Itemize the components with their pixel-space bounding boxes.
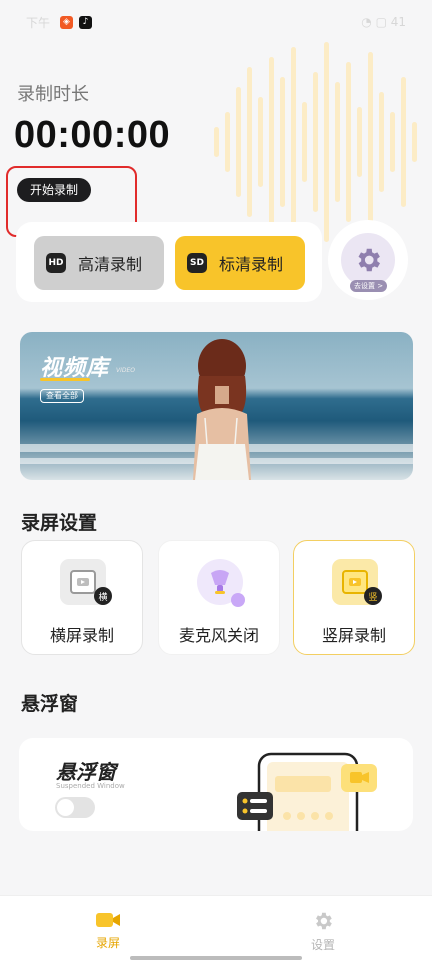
sd-icon: SD	[187, 253, 207, 273]
waveform-bar	[313, 72, 318, 212]
floating-window-toggle[interactable]	[55, 797, 95, 818]
settings-gear-icon	[316, 912, 332, 930]
title-underline	[40, 378, 90, 381]
waveform-bar	[368, 52, 373, 232]
gear-icon	[341, 233, 395, 287]
waveform-decoration	[206, 12, 432, 242]
microphone-tile[interactable]: 麦克风关闭	[158, 540, 280, 655]
waveform-bar	[247, 67, 252, 217]
waveform-bar	[324, 42, 329, 242]
microphone-label: 麦克风关闭	[178, 626, 259, 645]
waveform-bar	[379, 92, 384, 192]
sd-recording-button[interactable]: SD 标清录制	[175, 236, 305, 290]
hd-recording-button[interactable]: HD 高清录制	[34, 236, 164, 290]
waveform-bar	[302, 102, 307, 182]
waveform-bar	[269, 57, 274, 227]
go-settings-badge: 去设置 >	[350, 280, 388, 292]
waveform-bar	[401, 77, 406, 207]
video-camera-icon	[96, 913, 120, 927]
waveform-bar	[390, 112, 395, 172]
nav-settings-tab[interactable]: 设置	[293, 910, 353, 953]
hd-icon: HD	[46, 253, 66, 273]
home-indicator	[130, 956, 302, 960]
waveform-bar	[214, 127, 219, 157]
waveform-bar	[291, 47, 296, 237]
floating-window-card-title: 悬浮窗	[56, 760, 116, 784]
waveform-bar	[346, 62, 351, 222]
view-all-button[interactable]: 查看全部	[40, 389, 84, 403]
recording-duration-label: 录制时长	[17, 84, 89, 105]
waveform-bar	[258, 97, 263, 187]
landscape-badge: 横	[94, 587, 112, 605]
portrait-recording-label: 竖屏录制	[321, 626, 386, 645]
quality-selector-card: HD 高清录制 SD 标清录制	[16, 222, 322, 302]
video-library-banner[interactable]: 视频库 VIDEO 查看全部	[20, 332, 413, 480]
microphone-off-indicator	[231, 593, 245, 607]
app-notification-icon: ◈	[60, 15, 74, 29]
nav-record-label: 录屏	[95, 936, 120, 950]
toggle-knob	[57, 799, 74, 816]
quality-settings-button[interactable]: 去设置 >	[328, 220, 408, 300]
floating-window-card-subtitle: Suspended Window	[56, 782, 125, 790]
waveform-bar	[357, 107, 362, 177]
banner-photo-figure	[193, 339, 251, 480]
status-time: 下午	[26, 15, 51, 30]
waveform-bar	[225, 112, 230, 172]
bottom-navigation: 录屏 设置	[0, 895, 432, 964]
waveform-bar	[335, 82, 340, 202]
sd-recording-label: 标清录制	[219, 255, 284, 274]
waveform-bar	[412, 122, 417, 162]
recording-timer: 00:00:00	[14, 114, 171, 156]
landscape-recording-label: 横屏录制	[49, 626, 114, 645]
video-library-subtitle: VIDEO	[116, 367, 136, 374]
portrait-badge: 竖	[364, 587, 382, 605]
tiktok-notification-icon: ♪	[79, 15, 93, 29]
record-settings-title: 录屏设置	[21, 512, 98, 534]
nav-record-tab[interactable]: 录屏	[78, 910, 138, 951]
waveform-bar	[280, 77, 285, 207]
floating-window-card: 悬浮窗 Suspended Window	[19, 738, 413, 831]
portrait-recording-tile[interactable]: 竖 竖屏录制	[293, 540, 415, 655]
nav-settings-label: 设置	[310, 938, 335, 952]
floating-window-section-title: 悬浮窗	[21, 693, 79, 715]
landscape-recording-tile[interactable]: 横 横屏录制	[21, 540, 143, 655]
waveform-bar	[236, 87, 241, 197]
hd-recording-label: 高清录制	[78, 255, 143, 274]
floating-window-illustration	[237, 752, 377, 831]
